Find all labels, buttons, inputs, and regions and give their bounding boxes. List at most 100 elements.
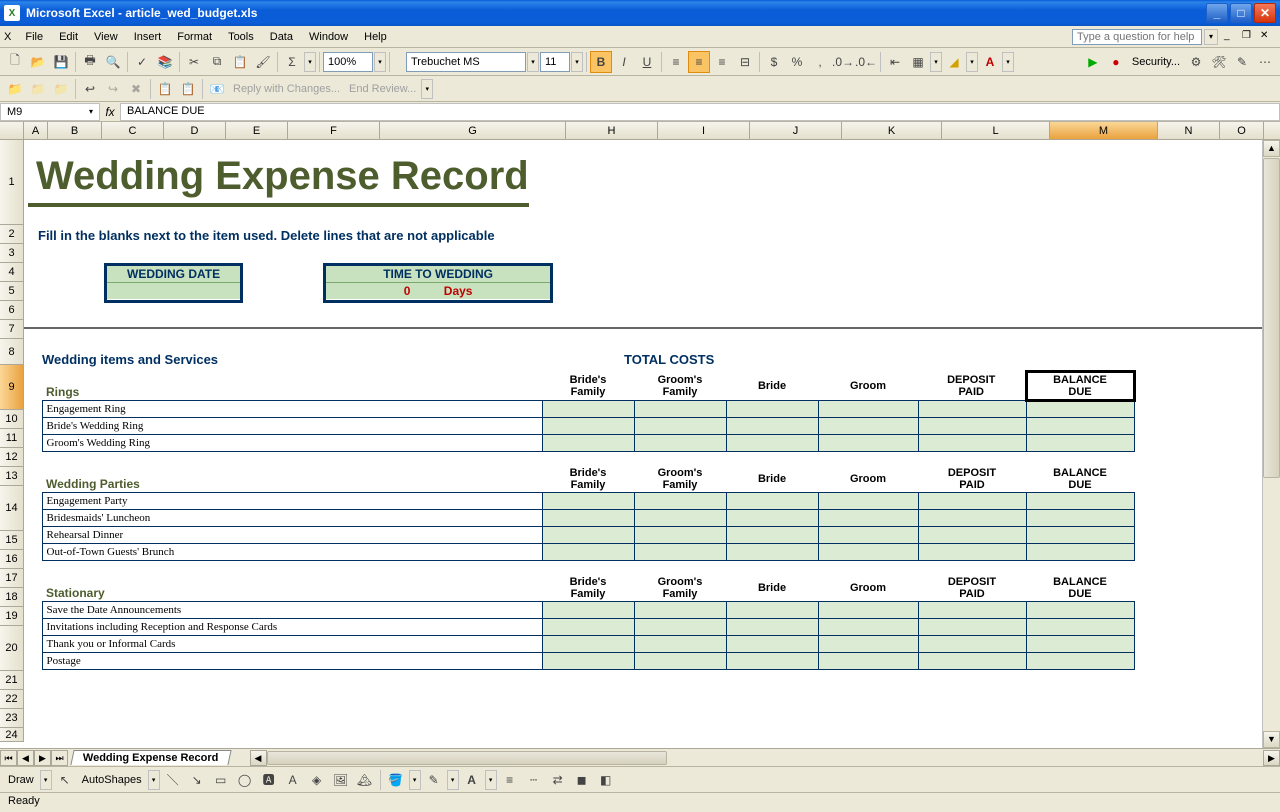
format-painter-icon[interactable]: 🖌	[252, 51, 274, 73]
table-cell[interactable]	[634, 418, 726, 435]
borders-dropdown[interactable]: ▾	[930, 52, 942, 72]
table-cell[interactable]	[634, 435, 726, 452]
arrow-icon[interactable]: ↘	[186, 769, 208, 791]
row-13[interactable]: 13	[0, 467, 24, 486]
review-icon-6[interactable]: ✖	[125, 78, 147, 100]
table-cell[interactable]	[634, 619, 726, 636]
print-icon[interactable]: 🖶	[79, 51, 101, 73]
table-cell[interactable]	[918, 602, 1026, 619]
review-icon-7[interactable]: 📋	[154, 78, 176, 100]
table-cell[interactable]	[542, 602, 634, 619]
draw-dropdown[interactable]: ▾	[40, 770, 52, 790]
table-cell[interactable]	[726, 619, 818, 636]
underline-button[interactable]: U	[636, 51, 658, 73]
table-row-label[interactable]: Bride's Wedding Ring	[42, 418, 542, 435]
table-row-label[interactable]: Save the Date Announcements	[42, 602, 542, 619]
merge-center-button[interactable]: ⊟	[734, 51, 756, 73]
autoshapes-dropdown[interactable]: ▾	[148, 770, 160, 790]
formula-input[interactable]: BALANCE DUE	[120, 103, 1280, 121]
font-color-button[interactable]: A	[979, 51, 1001, 73]
tab-nav-last[interactable]: ⏭	[51, 750, 68, 766]
row-24[interactable]: 24	[0, 728, 24, 742]
scroll-right-arrow[interactable]: ▶	[1263, 750, 1280, 766]
row-10[interactable]: 10	[0, 410, 24, 429]
autosum-dropdown[interactable]: ▾	[304, 52, 316, 72]
spreadsheet-grid[interactable]: 123456789101112131415161718192021222324 …	[0, 140, 1280, 748]
table-cell[interactable]	[542, 544, 634, 561]
table-cell[interactable]	[634, 653, 726, 670]
end-review-link[interactable]: End Review...	[345, 83, 420, 95]
font-color-draw-icon[interactable]: A	[461, 769, 483, 791]
wordart-icon[interactable]: A	[282, 769, 304, 791]
col-O[interactable]: O	[1220, 122, 1264, 139]
table-cell[interactable]	[918, 619, 1026, 636]
table-cell[interactable]	[818, 401, 918, 418]
col-D[interactable]: D	[164, 122, 226, 139]
line-style-icon[interactable]: ≡	[499, 769, 521, 791]
table-cell[interactable]	[818, 544, 918, 561]
menu-edit[interactable]: Edit	[51, 29, 86, 45]
autoshapes-menu[interactable]: AutoShapes	[78, 774, 146, 786]
table-cell[interactable]	[918, 527, 1026, 544]
table-cell[interactable]	[726, 602, 818, 619]
decrease-decimal-button[interactable]: .0←	[855, 51, 877, 73]
font-color-dropdown[interactable]: ▾	[1002, 52, 1014, 72]
row-23[interactable]: 23	[0, 709, 24, 728]
table-cell[interactable]	[1026, 619, 1134, 636]
table-row-label[interactable]: Invitations including Reception and Resp…	[42, 619, 542, 636]
table-cell[interactable]	[634, 602, 726, 619]
table-cell[interactable]	[1026, 435, 1134, 452]
table-cell[interactable]	[918, 418, 1026, 435]
table-cell[interactable]	[818, 602, 918, 619]
table-row-label[interactable]: Bridesmaids' Luncheon	[42, 510, 542, 527]
name-box-dropdown[interactable]: ▾	[89, 107, 93, 116]
table-row-label[interactable]: Groom's Wedding Ring	[42, 435, 542, 452]
font-combo[interactable]	[406, 52, 526, 72]
row-14[interactable]: 14	[0, 486, 24, 531]
window-close-button[interactable]: ✕	[1254, 3, 1276, 23]
menu-tools[interactable]: Tools	[220, 29, 262, 45]
zoom-dropdown[interactable]: ▾	[374, 52, 386, 72]
row-11[interactable]: 11	[0, 429, 24, 448]
table-cell[interactable]	[918, 653, 1026, 670]
window-maximize-button[interactable]: □	[1230, 3, 1252, 23]
scroll-up-arrow[interactable]: ▲	[1263, 140, 1280, 157]
table-cell[interactable]	[634, 636, 726, 653]
menu-window[interactable]: Window	[301, 29, 356, 45]
vba-icon[interactable]: ⚙	[1185, 51, 1207, 73]
table-cell[interactable]	[634, 493, 726, 510]
scroll-left-arrow[interactable]: ◀	[250, 750, 267, 766]
fill-color-draw-icon[interactable]: 🪣	[385, 769, 407, 791]
zoom-combo[interactable]	[323, 52, 373, 72]
table-row-label[interactable]: Engagement Party	[42, 493, 542, 510]
table-cell[interactable]	[818, 636, 918, 653]
review-icon-9[interactable]: 📧	[206, 78, 228, 100]
row-4[interactable]: 4	[0, 263, 24, 282]
col-H[interactable]: H	[566, 122, 658, 139]
table-cell[interactable]	[1026, 527, 1134, 544]
col-E[interactable]: E	[226, 122, 288, 139]
menu-data[interactable]: Data	[262, 29, 301, 45]
cut-icon[interactable]: ✂	[183, 51, 205, 73]
row-20[interactable]: 20	[0, 626, 24, 671]
table-row-label[interactable]: Rehearsal Dinner	[42, 527, 542, 544]
col-I[interactable]: I	[658, 122, 750, 139]
rectangle-icon[interactable]: ▭	[210, 769, 232, 791]
security-button[interactable]: Security...	[1128, 56, 1184, 68]
col-K[interactable]: K	[842, 122, 942, 139]
table-cell[interactable]	[542, 619, 634, 636]
col-M[interactable]: M	[1050, 122, 1158, 139]
sheet-content[interactable]: Wedding Expense Record Fill in the blank…	[24, 140, 1262, 748]
table-row-label[interactable]: Engagement Ring	[42, 401, 542, 418]
table-cell[interactable]	[818, 435, 918, 452]
select-all-corner[interactable]	[0, 122, 24, 139]
align-right-button[interactable]: ≡	[711, 51, 733, 73]
table-cell[interactable]	[542, 653, 634, 670]
table-cell[interactable]	[726, 636, 818, 653]
draw-menu[interactable]: Draw	[4, 774, 38, 786]
doc-restore-button[interactable]: ❐	[1242, 30, 1258, 44]
table-cell[interactable]	[542, 510, 634, 527]
review-icon-3[interactable]: 📁	[50, 78, 72, 100]
name-box[interactable]: M9 ▾	[0, 103, 100, 121]
horizontal-scrollbar[interactable]: ◀ ▶	[250, 750, 1280, 766]
